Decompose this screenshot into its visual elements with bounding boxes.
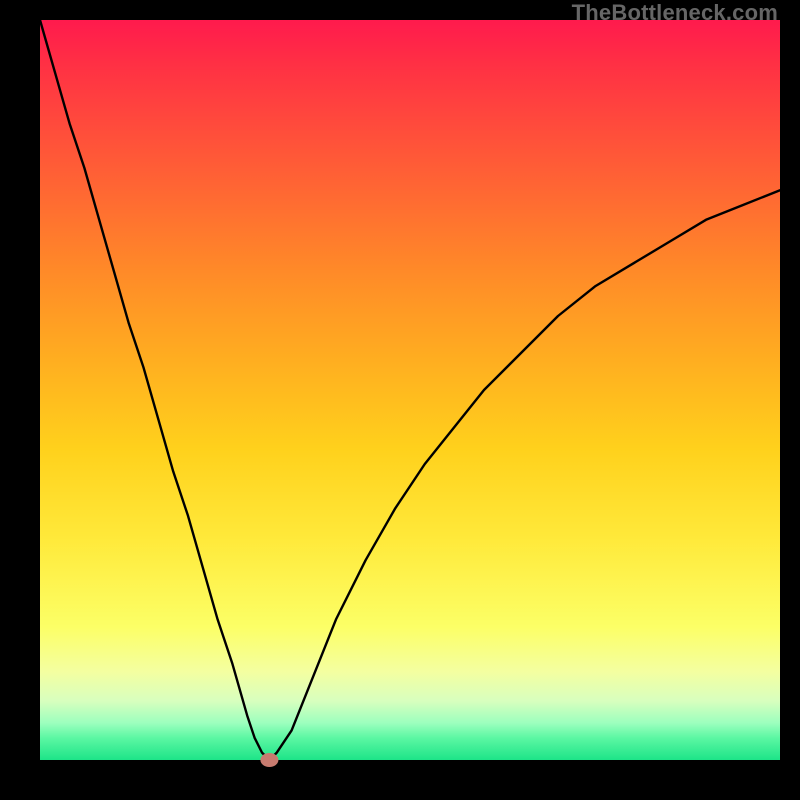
plot-area: [40, 20, 780, 760]
watermark-label: TheBottleneck.com: [572, 0, 778, 26]
chart-stage: TheBottleneck.com: [0, 0, 800, 800]
